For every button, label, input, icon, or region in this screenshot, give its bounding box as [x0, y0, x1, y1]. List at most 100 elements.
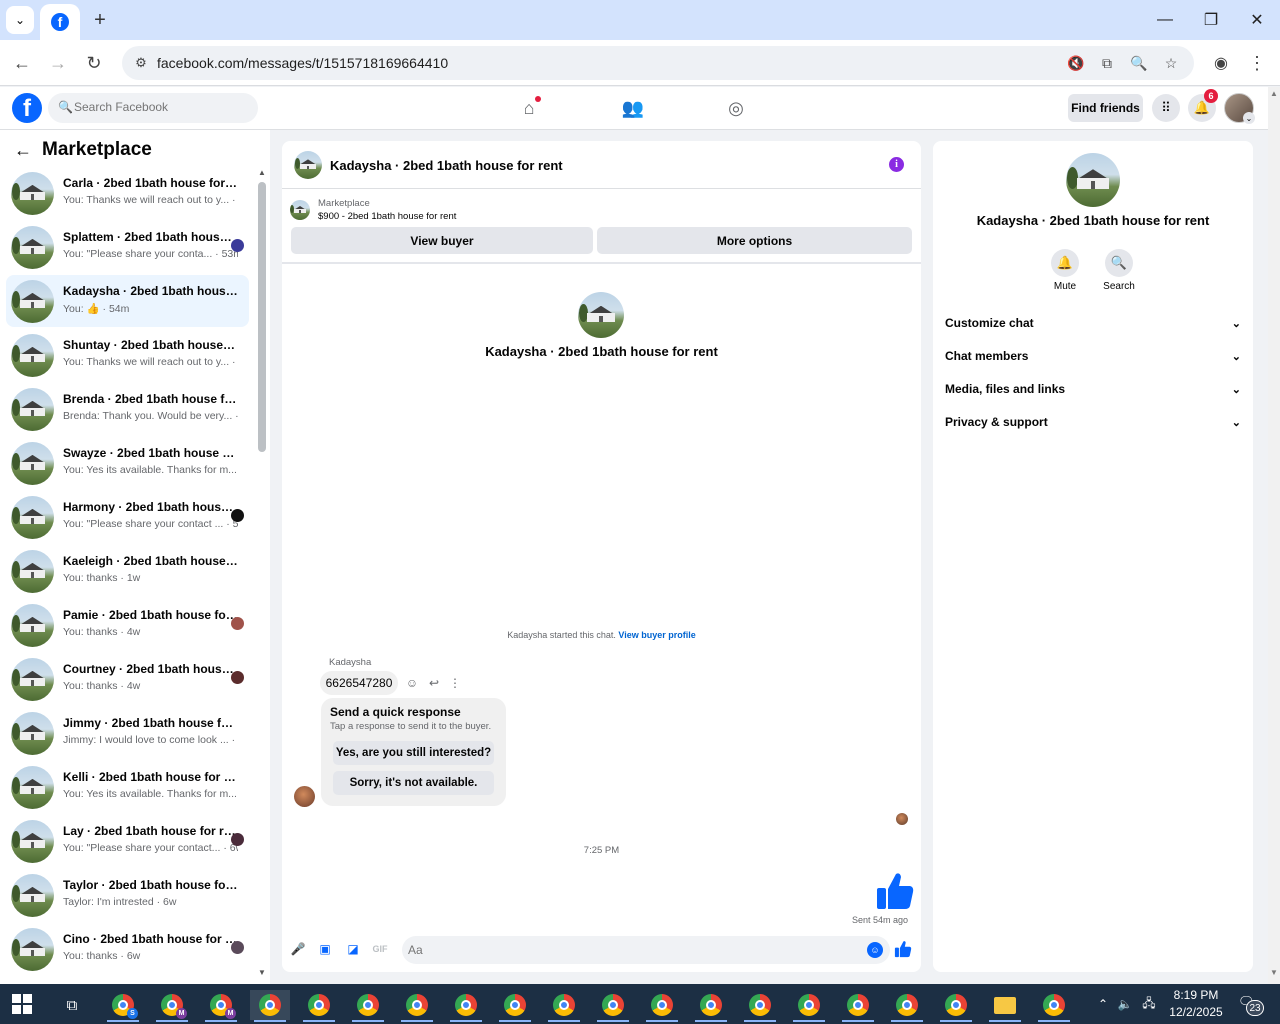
taskbar-chrome-icon[interactable]: [789, 990, 829, 1022]
chat-members-row[interactable]: Chat members ⌄: [945, 343, 1241, 369]
menu-button[interactable]: ⠿: [1152, 94, 1180, 122]
taskbar-chrome-icon[interactable]: [495, 990, 535, 1022]
taskbar-chrome-icon[interactable]: [299, 990, 339, 1022]
taskbar-chrome-icon[interactable]: M: [152, 990, 192, 1022]
taskbar-chrome-icon[interactable]: [593, 990, 633, 1022]
network-icon[interactable]: 🖧: [1140, 994, 1158, 1014]
notifications-button[interactable]: 🔔 6: [1188, 89, 1218, 122]
taskbar-chrome-icon[interactable]: [887, 990, 927, 1022]
thumbs-up-send-icon[interactable]: [894, 940, 912, 958]
listing-title[interactable]: $900 - 2bed 1bath house for rent: [318, 211, 456, 222]
taskbar-chrome-icon[interactable]: [936, 990, 976, 1022]
privacy-support-row[interactable]: Privacy & support ⌄: [945, 409, 1241, 435]
groups-nav-button[interactable]: ◎: [724, 96, 748, 120]
reload-button[interactable]: ↻: [81, 50, 107, 76]
conversation-item[interactable]: Splattem · 2bed 1bath house for rent You:…: [6, 221, 249, 273]
show-hidden-icons-icon[interactable]: ⌃: [1094, 994, 1112, 1014]
address-bar[interactable]: ⚙ facebook.com/messages/t/15157181696644…: [122, 46, 1194, 80]
tab-search-button[interactable]: ⌄: [6, 6, 34, 34]
gif-icon[interactable]: GIF: [372, 941, 388, 957]
taskbar-chrome-icon[interactable]: [250, 990, 290, 1022]
sender-avatar[interactable]: [294, 786, 315, 807]
task-view-icon[interactable]: ⧉: [52, 990, 92, 1020]
conversation-item[interactable]: Kelli · 2bed 1bath house for rent You: Ye…: [6, 761, 249, 813]
taskbar-chrome-icon[interactable]: [446, 990, 486, 1022]
reply-icon[interactable]: ↩: [426, 675, 442, 691]
microphone-icon[interactable]: 🎤: [290, 941, 306, 957]
mute-button[interactable]: 🔔 Mute: [1035, 249, 1095, 292]
chat-avatar[interactable]: [294, 151, 322, 179]
windows-start-icon[interactable]: [12, 994, 32, 1014]
file-explorer-icon[interactable]: [985, 990, 1025, 1022]
conversation-item[interactable]: Kaeleigh · 2bed 1bath house for rent You:…: [6, 545, 249, 597]
quick-response-still-interested[interactable]: Yes, are you still interested?: [333, 741, 494, 765]
find-friends-button[interactable]: Find friends: [1068, 94, 1143, 122]
sidebar-scrollbar[interactable]: ▲ ▼: [256, 168, 267, 982]
new-tab-button[interactable]: +: [88, 8, 112, 32]
zoom-icon[interactable]: 🔍: [1128, 53, 1150, 73]
back-arrow-icon[interactable]: ←: [14, 140, 32, 161]
scroll-up-icon[interactable]: ▲: [1270, 89, 1278, 98]
taskbar-chrome-icon[interactable]: M: [201, 990, 241, 1022]
more-actions-icon[interactable]: ⋮: [447, 675, 463, 691]
listing-thumbnail[interactable]: [290, 200, 310, 220]
page-scrollbar[interactable]: ▲ ▼: [1268, 87, 1280, 984]
minimize-button[interactable]: —: [1150, 8, 1180, 32]
facebook-search-input[interactable]: [74, 100, 244, 114]
conversation-item[interactable]: Harmony · 2bed 1bath house for rent You: …: [6, 491, 249, 543]
conversation-item[interactable]: Jimmy · 2bed 1bath house for rent Jimmy: …: [6, 707, 249, 759]
media-files-links-row[interactable]: Media, files and links ⌄: [945, 376, 1241, 402]
forward-button[interactable]: →: [45, 50, 71, 76]
more-options-button[interactable]: More options: [597, 227, 912, 254]
conversation-item[interactable]: Lay · 2bed 1bath house for rent You: "Ple…: [6, 815, 249, 867]
taskbar-clock[interactable]: 8:19 PM 12/2/2025: [1166, 987, 1226, 1021]
message-bubble[interactable]: 6626547280: [320, 671, 398, 695]
media-muted-icon[interactable]: 🔇: [1065, 53, 1087, 73]
customize-chat-row[interactable]: Customize chat ⌄: [945, 310, 1241, 336]
conversation-item[interactable]: Carla · 2bed 1bath house for rent You: Th…: [6, 167, 249, 219]
conversation-item[interactable]: Shuntay · 2bed 1bath house for rent You: …: [6, 329, 249, 381]
close-window-button[interactable]: ✕: [1242, 8, 1272, 32]
conversation-item[interactable]: Pamie · 2bed 1bath house for rent You: th…: [6, 599, 249, 651]
site-settings-icon[interactable]: ⚙: [132, 54, 150, 72]
back-button[interactable]: ←: [9, 50, 35, 76]
scrollbar-thumb[interactable]: [258, 182, 266, 452]
photo-icon[interactable]: ▣: [317, 941, 333, 957]
thumbs-up-message-icon[interactable]: [875, 871, 915, 911]
profile-icon[interactable]: ◉: [1208, 50, 1234, 76]
emoji-icon[interactable]: ☺: [867, 942, 883, 958]
view-buyer-profile-link[interactable]: View buyer profile: [618, 630, 695, 640]
conversation-item[interactable]: Swayze · 2bed 1bath house for rent You: Y…: [6, 437, 249, 489]
scroll-down-icon[interactable]: ▼: [1270, 968, 1278, 977]
message-composer[interactable]: ☺: [402, 936, 890, 964]
taskbar-chrome-icon[interactable]: [740, 990, 780, 1022]
restore-button[interactable]: ❐: [1196, 8, 1226, 32]
view-buyer-button[interactable]: View buyer: [291, 227, 593, 254]
chevron-down-icon[interactable]: ⌄: [1243, 112, 1255, 124]
taskbar-chrome-icon[interactable]: [691, 990, 731, 1022]
home-nav-button[interactable]: ⌂: [517, 96, 541, 120]
volume-icon[interactable]: 🔈: [1116, 994, 1134, 1014]
conversation-item[interactable]: Cino · 2bed 1bath house for rent You: tha…: [6, 923, 249, 975]
quick-response-not-available[interactable]: Sorry, it's not available.: [333, 771, 494, 795]
sticker-icon[interactable]: ◪: [345, 941, 361, 957]
scroll-up-icon[interactable]: ▲: [258, 168, 266, 177]
chat-title[interactable]: Kadaysha · 2bed 1bath house for rent: [330, 158, 563, 173]
taskbar-chrome-icon[interactable]: [397, 990, 437, 1022]
taskbar-chrome-icon[interactable]: [348, 990, 388, 1022]
scroll-down-icon[interactable]: ▼: [258, 968, 266, 977]
facebook-search[interactable]: 🔍: [48, 93, 258, 123]
taskbar-chrome-icon[interactable]: [1034, 990, 1074, 1022]
action-center-icon[interactable]: 🗨 23: [1238, 994, 1264, 1016]
browser-menu-icon[interactable]: ⋮: [1244, 50, 1270, 76]
install-app-icon[interactable]: ⧉: [1096, 53, 1118, 73]
facebook-logo-icon[interactable]: f: [12, 93, 42, 123]
react-emoji-icon[interactable]: ☺: [404, 675, 420, 691]
friends-nav-button[interactable]: 👥: [621, 96, 645, 120]
taskbar-chrome-icon[interactable]: [642, 990, 682, 1022]
conversation-item[interactable]: Taylor · 2bed 1bath house for rent Taylor…: [6, 869, 249, 921]
taskbar-chrome-icon[interactable]: S: [103, 990, 143, 1022]
message-input[interactable]: [408, 943, 848, 957]
browser-tab-facebook[interactable]: f: [40, 4, 80, 40]
search-conversation-button[interactable]: 🔍 Search: [1089, 249, 1149, 292]
